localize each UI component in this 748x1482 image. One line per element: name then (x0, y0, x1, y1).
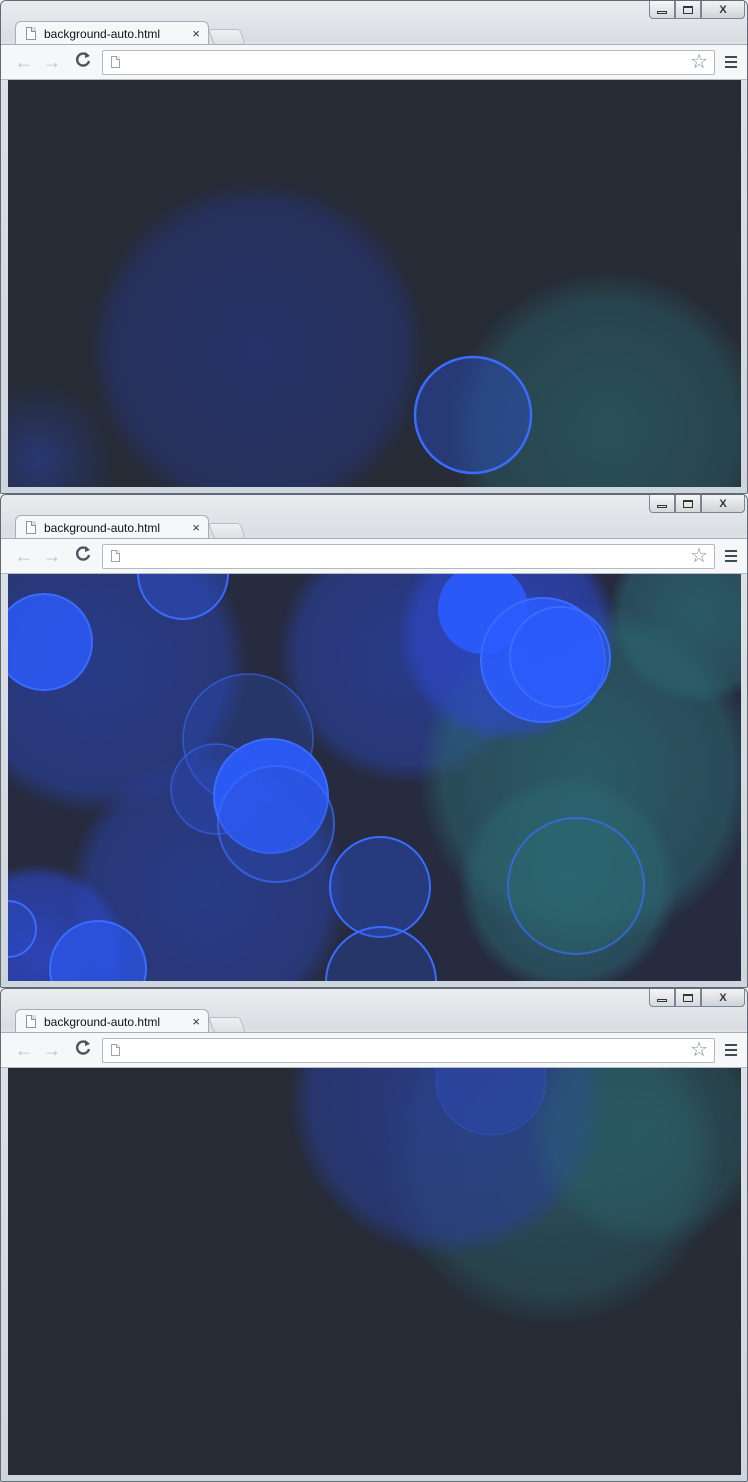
window-controls: X (649, 1, 745, 19)
bokeh-background-3 (288, 1068, 741, 1328)
new-tab-button[interactable] (208, 523, 246, 539)
bubble (88, 180, 428, 487)
maximize-button[interactable] (675, 495, 701, 513)
new-tab-button[interactable] (208, 1017, 246, 1033)
minimize-icon (657, 11, 667, 14)
address-bar[interactable]: ☆ (102, 1038, 715, 1063)
page-favicon-icon (26, 521, 36, 534)
page-icon (111, 550, 120, 562)
browser-window-3: X background-auto.html × ← → ☆ (0, 988, 748, 1482)
page-favicon-icon (26, 27, 36, 40)
back-arrow-icon[interactable]: ← (15, 545, 33, 567)
reload-icon[interactable] (75, 545, 91, 568)
tab-close-icon[interactable]: × (192, 520, 200, 535)
window-close-button[interactable]: X (701, 1, 745, 19)
window-close-button[interactable]: X (701, 989, 745, 1007)
toolbar: ← → ☆ (1, 1032, 747, 1068)
browser-window-1: X background-auto.html × ← → ☆ (0, 0, 748, 494)
tab-close-icon[interactable]: × (192, 1014, 200, 1029)
back-arrow-icon[interactable]: ← (15, 1039, 33, 1061)
minimize-button[interactable] (649, 495, 675, 513)
bubble (509, 606, 611, 708)
menu-icon[interactable] (725, 550, 737, 562)
bokeh-background-2 (8, 574, 741, 981)
close-icon: X (719, 991, 727, 1004)
forward-arrow-icon[interactable]: → (43, 545, 61, 567)
menu-icon[interactable] (725, 56, 737, 68)
minimize-button[interactable] (649, 1, 675, 19)
close-icon: X (719, 497, 727, 510)
maximize-button[interactable] (675, 1, 701, 19)
menu-icon[interactable] (725, 1044, 737, 1056)
close-icon: X (719, 3, 727, 16)
maximize-icon (683, 5, 693, 14)
window-controls: X (649, 495, 745, 513)
tab-title: background-auto.html (44, 27, 161, 41)
page-favicon-icon (26, 1015, 36, 1028)
browser-tab[interactable]: background-auto.html × (15, 1009, 209, 1033)
maximize-button[interactable] (675, 989, 701, 1007)
page-icon (111, 1044, 120, 1056)
toolbar: ← → ☆ (1, 44, 747, 80)
new-tab-button[interactable] (208, 29, 246, 45)
tab-title: background-auto.html (44, 521, 161, 535)
reload-icon-graphic (76, 52, 91, 67)
reload-icon[interactable] (75, 51, 91, 74)
reload-icon-graphic (76, 546, 91, 561)
forward-arrow-icon[interactable]: → (43, 1039, 61, 1061)
reload-icon[interactable] (75, 1039, 91, 1062)
minimize-icon (657, 505, 667, 508)
page-content-3 (8, 1068, 741, 1475)
forward-arrow-icon[interactable]: → (43, 51, 61, 73)
bokeh-background-1 (8, 180, 741, 487)
browser-window-2: X background-auto.html × ← → ☆ (0, 494, 748, 988)
page-content-1 (8, 80, 741, 487)
minimize-icon (657, 999, 667, 1002)
bubble (413, 355, 533, 475)
screenshot-stack: X background-auto.html × ← → ☆ X backgro… (0, 0, 748, 1482)
bookmark-star-icon[interactable]: ☆ (690, 1039, 708, 1062)
back-arrow-icon[interactable]: ← (15, 51, 33, 73)
browser-tab[interactable]: background-auto.html × (15, 515, 209, 539)
tab-close-icon[interactable]: × (192, 26, 200, 41)
bookmark-star-icon[interactable]: ☆ (690, 545, 708, 568)
browser-tab[interactable]: background-auto.html × (15, 21, 209, 45)
address-bar[interactable]: ☆ (102, 50, 715, 75)
page-icon (111, 56, 120, 68)
maximize-icon (683, 499, 693, 508)
tab-title: background-auto.html (44, 1015, 161, 1029)
bookmark-star-icon[interactable]: ☆ (690, 51, 708, 74)
bubble (8, 593, 93, 691)
bubble (507, 817, 645, 955)
bubble (217, 765, 335, 883)
minimize-button[interactable] (649, 989, 675, 1007)
bubble (329, 836, 431, 938)
maximize-icon (683, 993, 693, 1002)
toolbar: ← → ☆ (1, 538, 747, 574)
address-bar[interactable]: ☆ (102, 544, 715, 569)
window-controls: X (649, 989, 745, 1007)
page-content-2 (8, 574, 741, 981)
window-close-button[interactable]: X (701, 495, 745, 513)
reload-icon-graphic (76, 1040, 91, 1055)
